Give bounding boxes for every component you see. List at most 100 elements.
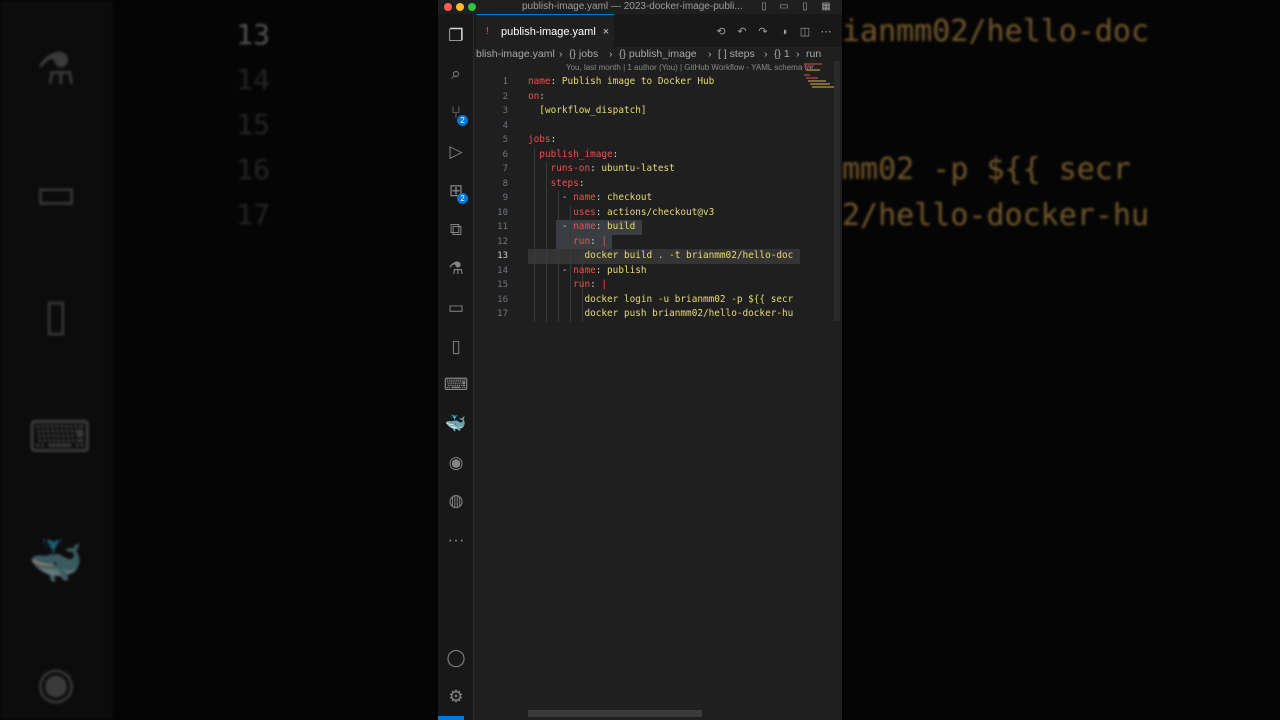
explorer-icon[interactable]: ❐ — [438, 20, 474, 52]
line-number[interactable]: 8 — [474, 177, 508, 192]
code-line[interactable]: run: | — [528, 235, 800, 250]
yaml-value: ubuntu-latest — [601, 163, 675, 174]
vertical-scrollbar[interactable] — [834, 61, 840, 321]
line-number[interactable]: 1 — [474, 75, 508, 90]
code-line[interactable]: - name: publish — [528, 264, 800, 279]
docker-icon[interactable]: 🐳 — [438, 408, 474, 440]
settings-gear-icon[interactable]: ⚙ — [438, 681, 474, 713]
line-number[interactable]: 10 — [474, 206, 508, 221]
codelens-info[interactable]: You, last month | 1 author (You) | GitHu… — [566, 63, 814, 72]
toggle-secondary-sidebar-icon[interactable]: ▯ — [799, 1, 811, 13]
remote-explorer-icon[interactable]: ⧉ — [438, 214, 474, 246]
code-line[interactable] — [528, 119, 800, 134]
yaml-key: jobs — [528, 134, 551, 145]
background-line-numbers: 13 14 15 16 17 — [150, 12, 270, 237]
background-code-line: mm02 -p ${{ secr — [842, 152, 1131, 187]
breadcrumb-step-index[interactable]: {} 1 — [774, 47, 790, 61]
code-line[interactable]: publish_image: — [528, 148, 800, 163]
editor-tabs: ! publish-image.yaml × ⟲ ↶ ↷ ◑ ◫ ⋯ — [474, 14, 842, 48]
github-icon[interactable]: ◉ — [438, 447, 474, 479]
yaml-separator: : — [590, 279, 602, 290]
line-number[interactable]: 16 — [474, 293, 508, 308]
yaml-separator: : — [595, 206, 608, 218]
minimize-window-button[interactable] — [456, 3, 464, 11]
line-number[interactable]: 13 — [474, 249, 508, 264]
close-icon[interactable]: × — [603, 26, 609, 38]
breadcrumb-jobs[interactable]: {} jobs — [569, 47, 598, 61]
toggle-sidebar-icon[interactable]: ▯ — [758, 1, 770, 13]
horizontal-scrollbar[interactable] — [528, 710, 702, 717]
json-icon[interactable]: ◍ — [438, 485, 474, 517]
line-number[interactable]: 11 — [474, 220, 508, 235]
code-line[interactable]: docker build . -t brianmm02/hello-doc — [528, 249, 800, 264]
code-line[interactable]: - name: build — [528, 220, 800, 235]
yaml-value: docker build . -t brianmm02/hello-doc — [584, 250, 794, 261]
status-bar-remote-indicator[interactable] — [438, 716, 464, 720]
yaml-key: steps — [550, 177, 579, 189]
vscode-window: publish-image.yaml — 2023-docker-image-p… — [438, 0, 842, 720]
line-number[interactable]: 7 — [474, 162, 508, 177]
code-line[interactable]: - name: checkout — [528, 191, 800, 206]
toggle-panel-icon[interactable]: ▭ — [778, 1, 790, 13]
breadcrumb-steps[interactable]: [ ] steps — [718, 47, 755, 61]
run-workflow-icon[interactable]: ◑ — [777, 25, 791, 39]
line-number[interactable]: 4 — [474, 119, 508, 134]
code-line[interactable]: on: — [528, 90, 800, 105]
code-line[interactable]: [workflow_dispatch] — [528, 104, 800, 119]
yaml-separator: : — [590, 235, 602, 247]
line-number[interactable]: 9 — [474, 191, 508, 206]
code-line[interactable]: docker login -u brianmm02 -p ${{ secr — [528, 293, 800, 308]
line-number[interactable]: 14 — [474, 264, 508, 279]
code-line[interactable]: jobs: — [528, 133, 800, 148]
code-editor[interactable]: You, last month | 1 author (You) | GitHu… — [474, 61, 842, 720]
code-line[interactable]: docker push brianmm02/hello-docker-hu — [528, 307, 800, 322]
breadcrumb-file[interactable]: blish-image.yaml — [476, 47, 555, 61]
code-line[interactable]: uses: actions/checkout@v3 — [528, 206, 800, 221]
customize-layout-icon[interactable]: ▦ — [820, 1, 832, 13]
line-number[interactable]: 6 — [474, 148, 508, 163]
yaml-separator: : — [550, 134, 557, 145]
search-icon[interactable]: ⌕ — [438, 58, 474, 90]
terminal-icon[interactable]: ⌨ — [438, 369, 474, 401]
tab-publish-image[interactable]: ! publish-image.yaml × — [476, 14, 614, 48]
code-indent: - — [528, 264, 574, 276]
more-views-icon[interactable]: ··· — [438, 524, 474, 556]
line-number[interactable]: 17 — [474, 307, 508, 322]
activity-bar: ❐ ⌕ ⑂ 2 ▷ ⊞ 2 ⧉ ⚗ ▭ ▯ ⌨ 🐳 ◉ ◍ ··· ◯ ⚙ — [438, 14, 474, 720]
breadcrumb-separator: › — [796, 48, 800, 60]
line-number[interactable]: 15 — [474, 278, 508, 293]
line-number[interactable]: 12 — [474, 235, 508, 250]
yaml-key: runs-on — [550, 163, 591, 174]
yaml-value: | — [601, 279, 608, 290]
testing-flask-icon[interactable]: ⚗ — [438, 253, 474, 285]
accounts-icon[interactable]: ◯ — [438, 642, 474, 674]
timeline-back-icon[interactable]: ⟲ — [714, 25, 728, 39]
line-number[interactable]: 5 — [474, 133, 508, 148]
yaml-separator: : — [590, 163, 602, 174]
source-control-icon[interactable]: ⑂ 2 — [438, 97, 474, 129]
background-code-line: 2/hello-docker-hu — [842, 198, 1150, 233]
more-actions-icon[interactable]: ⋯ — [819, 25, 833, 39]
close-window-button[interactable] — [444, 3, 452, 11]
code-line[interactable]: run: | — [528, 278, 800, 293]
code-line[interactable]: steps: — [528, 177, 800, 192]
line-number[interactable]: 3 — [474, 104, 508, 119]
go-back-icon[interactable]: ↶ — [735, 25, 749, 39]
breadcrumb-run[interactable]: run — [806, 47, 821, 61]
go-forward-icon[interactable]: ↷ — [756, 25, 770, 39]
code-line[interactable]: runs-on: ubuntu-latest — [528, 162, 800, 177]
yaml-separator: : — [578, 177, 585, 189]
code-line[interactable]: name: Publish image to Docker Hub — [528, 75, 800, 90]
device-icon[interactable]: ▯ — [438, 331, 474, 363]
yaml-value: Publish image to Docker Hub — [561, 76, 715, 87]
breadcrumb-publish-image[interactable]: {} publish_image — [619, 47, 697, 61]
zoom-window-button[interactable] — [468, 3, 476, 11]
line-number[interactable]: 2 — [474, 90, 508, 105]
run-debug-icon[interactable]: ▷ — [438, 136, 474, 168]
browser-window-icon[interactable]: ▭ — [438, 292, 474, 324]
split-editor-icon[interactable]: ◫ — [798, 25, 812, 39]
extensions-icon[interactable]: ⊞ 2 — [438, 175, 474, 207]
